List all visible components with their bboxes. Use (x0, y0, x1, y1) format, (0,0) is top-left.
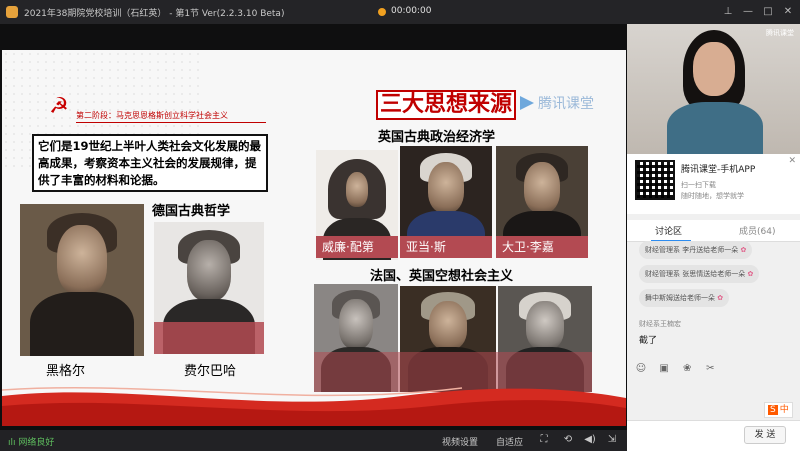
slide-area: ☭ 第二阶段：马克思恩格斯创立科学社会主义 三大思想来源 腾讯课堂 它们是19世… (0, 24, 627, 430)
gift-text: 财经管理系 李丹送给老师一朵 (645, 246, 739, 254)
screenshot-icon[interactable]: ✂ (704, 363, 716, 375)
german-philosophy-label: 德国古典哲学 (152, 204, 231, 219)
record-icon[interactable] (378, 8, 386, 16)
bottom-toolbar: ılı 网络良好 视频设置 自适应 ⛶ ⟲ ◀) ⇲ (0, 430, 627, 451)
english-economics-label: 英国古典政治经济学 (378, 130, 496, 145)
tab-members[interactable]: 成员(64) (739, 224, 775, 237)
tab-discussion[interactable]: 讨论区 (655, 224, 682, 237)
ime-indicator[interactable]: S中 (764, 402, 793, 418)
name-hegel: 黑格尔 (46, 364, 86, 379)
classroom-window: 2021年38期院党校培训（石红英） - 第1节 Ver(2.2.3.10 Be… (0, 0, 800, 451)
fit-screen-button[interactable]: 自适应 (496, 435, 523, 448)
promo-close-icon[interactable]: ✕ (788, 156, 796, 166)
utopian-socialism-label: 法国、英国空想社会主义 (370, 269, 514, 284)
right-panel: 腾讯课堂 腾讯课堂-手机APP 扫一扫下载 随时随地，想学就学 ✕ 讨论区 成员… (627, 24, 800, 451)
app-icon (6, 6, 18, 18)
chat-input[interactable]: 发 送 (627, 420, 800, 451)
maximize-icon[interactable]: □ (760, 4, 776, 20)
volume-icon[interactable]: ◀) (584, 434, 596, 446)
presentation-slide: ☭ 第二阶段：马克思恩格斯创立科学社会主义 三大思想来源 腾讯课堂 它们是19世… (2, 50, 626, 426)
promo-subtitle-1: 扫一扫下载 (681, 181, 716, 189)
play-icon (520, 96, 534, 110)
video-watermark: 腾讯课堂 (766, 29, 794, 37)
app-promo: 腾讯课堂-手机APP 扫一扫下载 随时随地，想学就学 ✕ (627, 154, 800, 214)
network-status-text: 网络良好 (18, 438, 55, 448)
image-icon[interactable]: ▣ (658, 363, 670, 375)
gift-text: 舞中斯姆送给老师一朵 (645, 294, 715, 302)
teacher-body (667, 102, 763, 154)
chat-list: 财经管理系 李丹送给老师一朵 ✿ 财经管理系 张思情送给老师一朵 ✿ 舞中斯姆送… (627, 241, 800, 423)
stage-heading: 第二阶段：马克思恩格斯创立科学社会主义 (76, 111, 228, 120)
teacher-video: 腾讯课堂 (627, 24, 800, 154)
red-wave-decoration (2, 387, 626, 426)
flower-send-icon[interactable]: ❀ (681, 363, 693, 375)
stage-rule (76, 122, 266, 123)
send-button[interactable]: 发 送 (744, 426, 786, 444)
portrait-hegel (20, 204, 144, 356)
gift-message: 财经管理系 李丹送给老师一朵 ✿ (639, 241, 753, 259)
network-status: ılı 网络良好 (8, 438, 55, 448)
window-title: 2021年38期院党校培训（石红英） - 第1节 Ver(2.2.3.10 Be… (24, 9, 285, 19)
chat-message: 截了 (639, 336, 658, 346)
flower-icon: ✿ (717, 294, 724, 302)
gift-text: 财经管理系 张思情送给老师一朵 (645, 270, 746, 278)
flower-icon: ✿ (740, 246, 747, 254)
name-smith: 亚当·斯 (400, 236, 492, 258)
promo-title: 腾讯课堂-手机APP (681, 165, 756, 175)
ime-mode: 中 (779, 405, 789, 415)
name-ricardo: 大卫·李嘉 (496, 236, 588, 258)
minimize-icon[interactable]: — (740, 4, 756, 20)
gift-message: 财经管理系 张思情送给老师一朵 ✿ (639, 265, 760, 283)
emoji-icon[interactable]: ☺ (635, 363, 647, 375)
chat-tools: ☺ ▣ ❀ ✂ (635, 356, 722, 375)
close-icon[interactable]: ✕ (780, 4, 796, 20)
qr-code (635, 160, 675, 200)
tencent-watermark: 腾讯课堂 (520, 93, 594, 113)
teacher-face (693, 42, 735, 96)
feuerbach-band (154, 322, 264, 354)
class-timer: 00:00:00 (391, 6, 432, 16)
name-petty: 威廉·配第 (316, 236, 398, 258)
watermark-text: 腾讯课堂 (538, 96, 594, 112)
flower-icon: ✿ (747, 270, 754, 278)
name-feuerbach: 费尔巴哈 (184, 364, 237, 379)
video-settings-button[interactable]: 视频设置 (442, 435, 478, 448)
pin-icon[interactable]: ⊥ (720, 4, 736, 20)
panel-tabs: 讨论区 成员(64) (627, 220, 800, 242)
fullscreen-icon[interactable]: ⛶ (538, 434, 550, 446)
promo-subtitle-2: 随时随地，想学就学 (681, 192, 744, 200)
party-emblem-icon: ☭ (49, 94, 69, 119)
danmaku-icon[interactable]: ⟲ (562, 434, 574, 446)
sogou-icon: S (768, 405, 778, 415)
title-bar: 2021年38期院党校培训（石红英） - 第1节 Ver(2.2.3.10 Be… (0, 0, 800, 24)
chat-sender: 财经系王楠宏 (639, 320, 681, 328)
gift-message: 舞中斯姆送给老师一朵 ✿ (639, 289, 730, 307)
collapse-icon[interactable]: ⇲ (606, 434, 618, 446)
slide-title: 三大思想来源 (376, 90, 516, 120)
quote-box: 它们是19世纪上半叶人类社会文化发展的最高成果，考察资本主义社会的发展规律，提供… (32, 134, 268, 192)
